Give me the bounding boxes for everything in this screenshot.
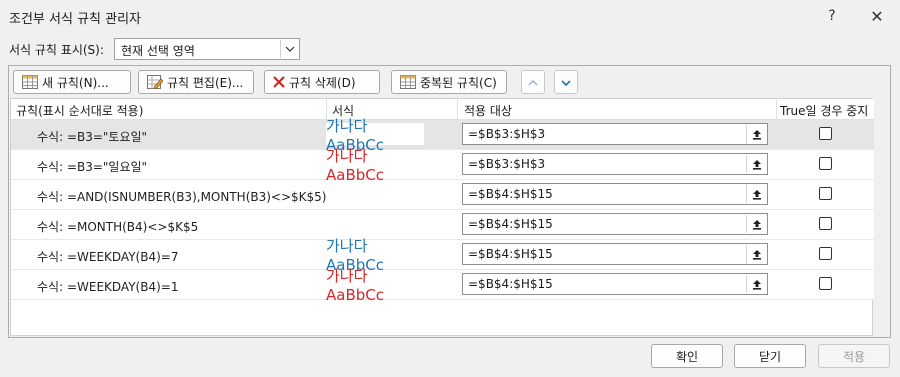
column-divider[interactable] <box>776 99 777 120</box>
table-row[interactable]: 수식: =MONTH(B4)<>$K$5 =$B$4:$H$15 <box>11 210 874 240</box>
apply-button[interactable]: 적용 <box>818 344 890 368</box>
column-header-applies-to[interactable]: 적용 대상 <box>464 102 512 119</box>
table-header: 규칙(표시 순서대로 적용) 서식 적용 대상 True일 경우 중지 <box>11 99 874 120</box>
format-preview: 가나다AaBbCc <box>326 117 424 154</box>
rules-table: 규칙(표시 순서대로 적용) 서식 적용 대상 True일 경우 중지 수식: … <box>10 98 874 336</box>
stop-if-true-checkbox[interactable] <box>819 157 832 170</box>
delete-icon <box>273 76 285 88</box>
applies-to-input[interactable]: =$B$4:$H$15 <box>462 273 768 295</box>
show-rules-value: 현재 선택 영역 <box>121 44 195 58</box>
rule-condition: 수식: =MONTH(B4)<>$K$5 <box>37 220 199 234</box>
rules-frame: 새 규칙(N)... 규칙 편집(E)... 규칙 삭제(D) 중복된 규칙(C… <box>8 65 891 338</box>
stop-if-true-checkbox[interactable] <box>819 217 832 230</box>
show-rules-label: 서식 규칙 표시(S): <box>9 43 104 57</box>
column-header-stop-if-true[interactable]: True일 경우 중지 <box>780 102 868 119</box>
stop-if-true-checkbox[interactable] <box>819 187 832 200</box>
edit-rule-button[interactable]: 규칙 편집(E)... <box>138 70 254 94</box>
rule-condition: 수식: =WEEKDAY(B4)=7 <box>37 250 179 264</box>
stop-if-true-checkbox[interactable] <box>819 247 832 260</box>
edit-rule-icon <box>147 75 163 89</box>
column-header-rule[interactable]: 규칙(표시 순서대로 적용) <box>16 102 143 119</box>
applies-to-input[interactable]: =$B$3:$H$3 <box>462 153 768 175</box>
duplicate-rule-button[interactable]: 중복된 규칙(C) <box>391 70 507 94</box>
format-preview: 가나다AaBbCc <box>326 146 384 184</box>
rule-condition: 수식: =WEEKDAY(B4)=1 <box>37 280 179 294</box>
table-row[interactable]: 수식: =WEEKDAY(B4)=1 가나다AaBbCc =$B$4:$H$15 <box>11 266 874 304</box>
move-up-button[interactable] <box>521 70 545 94</box>
chevron-up-icon <box>528 75 538 89</box>
rule-condition: 수식: =B3="토요일" <box>37 130 148 144</box>
rule-condition: 수식: =B3="일요일" <box>37 160 148 174</box>
collapse-range-icon[interactable] <box>746 155 766 173</box>
collapse-range-icon[interactable] <box>746 245 766 263</box>
format-preview: 가나다AaBbCc <box>326 266 384 304</box>
collapse-range-icon[interactable] <box>746 125 766 143</box>
stop-if-true-checkbox[interactable] <box>819 127 832 140</box>
duplicate-rule-icon <box>400 75 416 89</box>
new-rule-button[interactable]: 새 규칙(N)... <box>13 70 131 94</box>
applies-to-value: =$B$4:$H$15 <box>468 277 553 291</box>
close-icon[interactable]: ✕ <box>855 0 899 32</box>
format-preview: 가나다AaBbCc <box>326 236 384 274</box>
collapse-range-icon[interactable] <box>746 215 766 233</box>
applies-to-value: =$B$4:$H$15 <box>468 247 553 261</box>
applies-to-input[interactable]: =$B$4:$H$15 <box>462 183 768 205</box>
ok-button[interactable]: 확인 <box>651 344 723 368</box>
dialog-title: 조건부 서식 규칙 관리자 <box>9 12 141 27</box>
table-row[interactable]: 수식: =B3="일요일" 가나다AaBbCc =$B$3:$H$3 <box>11 146 874 184</box>
chevron-down-icon <box>561 75 571 89</box>
applies-to-value: =$B$4:$H$15 <box>468 187 553 201</box>
column-divider[interactable] <box>457 99 458 120</box>
applies-to-input[interactable]: =$B$3:$H$3 <box>462 123 768 145</box>
close-button[interactable]: 닫기 <box>734 344 806 368</box>
collapse-range-icon[interactable] <box>746 275 766 293</box>
rule-condition: 수식: =AND(ISNUMBER(B3),MONTH(B3)<>$K$5) <box>37 190 327 204</box>
applies-to-input[interactable]: =$B$4:$H$15 <box>462 213 768 235</box>
move-down-button[interactable] <box>554 70 578 94</box>
edit-rule-label: 규칙 편집(E)... <box>167 75 244 90</box>
table-row[interactable]: 수식: =AND(ISNUMBER(B3),MONTH(B3)<>$K$5) =… <box>11 180 874 210</box>
conditional-formatting-dialog: 조건부 서식 규칙 관리자 ? ✕ 서식 규칙 표시(S): 현재 선택 영역 … <box>0 0 900 377</box>
new-rule-icon <box>22 75 38 89</box>
duplicate-rule-label: 중복된 규칙(C) <box>420 75 497 90</box>
title-bar: 조건부 서식 규칙 관리자 ? ✕ <box>0 0 900 32</box>
table-row[interactable]: 수식: =B3="토요일" 가나다AaBbCc =$B$3:$H$3 <box>11 117 874 154</box>
delete-rule-button[interactable]: 규칙 삭제(D) <box>264 70 380 94</box>
applies-to-value: =$B$3:$H$3 <box>468 157 546 171</box>
show-rules-select[interactable]: 현재 선택 영역 <box>114 38 300 60</box>
applies-to-value: =$B$3:$H$3 <box>468 127 546 141</box>
delete-rule-label: 규칙 삭제(D) <box>289 75 356 90</box>
chevron-down-icon[interactable] <box>280 40 298 58</box>
collapse-range-icon[interactable] <box>746 185 766 203</box>
table-row[interactable]: 수식: =WEEKDAY(B4)=7 가나다AaBbCc =$B$4:$H$15 <box>11 236 874 274</box>
applies-to-input[interactable]: =$B$4:$H$15 <box>462 243 768 265</box>
stop-if-true-checkbox[interactable] <box>819 277 832 290</box>
applies-to-value: =$B$4:$H$15 <box>468 217 553 231</box>
new-rule-label: 새 규칙(N)... <box>42 75 109 90</box>
help-icon[interactable]: ? <box>810 0 854 32</box>
